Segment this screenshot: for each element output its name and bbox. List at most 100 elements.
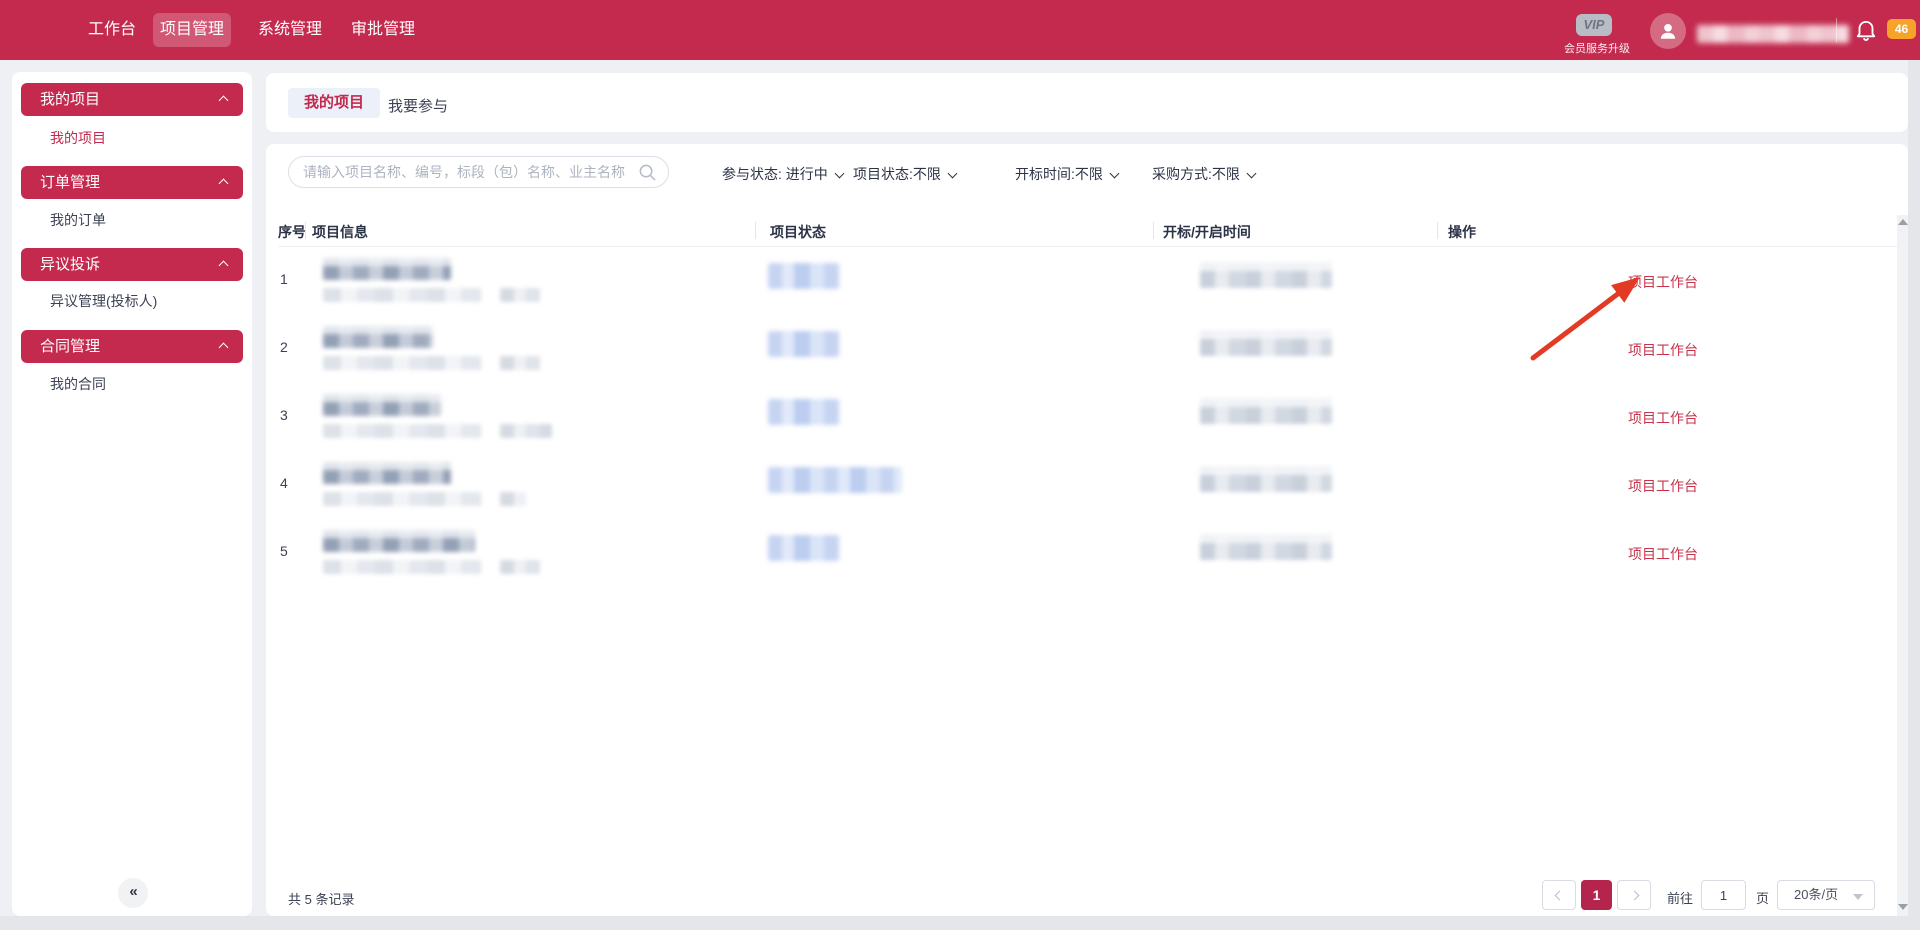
header-divider xyxy=(755,222,756,239)
project-name-redacted xyxy=(323,394,441,416)
project-name-redacted xyxy=(323,326,433,348)
vip-icon[interactable]: VIP xyxy=(1576,14,1612,36)
project-workbench-link[interactable]: 项目工作台 xyxy=(1628,544,1698,564)
project-workbench-link[interactable]: 项目工作台 xyxy=(1628,340,1698,360)
chevron-right-icon xyxy=(1630,891,1640,901)
row-seq: 1 xyxy=(280,271,288,287)
nav-item-project-management-active[interactable]: 项目管理 xyxy=(153,13,231,47)
filter-label: 参与状态: 进行中 xyxy=(722,166,828,182)
row-seq: 4 xyxy=(280,475,288,491)
vip-upgrade-label[interactable]: 会员服务升级 xyxy=(1552,40,1642,56)
chevron-down-icon xyxy=(1109,169,1119,179)
notification-count-badge[interactable]: 46 xyxy=(1887,19,1916,39)
chevron-left-icon xyxy=(1555,891,1565,901)
sidebar-collapse-button[interactable]: « xyxy=(118,878,148,908)
nav-item-workbench[interactable]: 工作台 xyxy=(88,0,136,60)
nav-item-approval-management[interactable]: 审批管理 xyxy=(351,0,415,60)
project-detail-redacted xyxy=(323,492,481,506)
chevron-down-icon xyxy=(834,169,844,179)
filter-label: 开标时间:不限 xyxy=(1015,166,1103,182)
search-input[interactable] xyxy=(303,158,633,186)
page-size-value: 20条/页 xyxy=(1794,887,1838,902)
chevron-up-icon xyxy=(219,96,229,106)
sidebar-group-order-management[interactable]: 订单管理 xyxy=(21,166,243,199)
open-time-redacted xyxy=(1200,330,1332,356)
next-page-button[interactable] xyxy=(1617,880,1651,910)
project-workbench-link[interactable]: 项目工作台 xyxy=(1628,408,1698,428)
window-horizontal-scrollbar[interactable] xyxy=(0,916,1920,930)
nav-item-system-management[interactable]: 系统管理 xyxy=(258,0,322,60)
scroll-down-arrow-icon[interactable] xyxy=(1898,904,1908,910)
project-detail-redacted xyxy=(500,560,540,574)
project-workbench-link[interactable]: 项目工作台 xyxy=(1628,272,1698,292)
sidebar-group-title: 订单管理 xyxy=(40,174,100,191)
row-seq: 2 xyxy=(280,339,288,355)
chevron-down-icon xyxy=(947,169,957,179)
project-detail-redacted xyxy=(500,356,540,370)
sidebar-item-my-projects[interactable]: 我的项目 xyxy=(50,128,106,148)
project-detail-redacted xyxy=(500,492,526,506)
user-icon xyxy=(1657,20,1679,42)
search-icon[interactable] xyxy=(638,163,657,182)
avatar[interactable] xyxy=(1650,13,1686,49)
open-time-redacted xyxy=(1200,398,1332,424)
project-workbench-link[interactable]: 项目工作台 xyxy=(1628,476,1698,496)
nav-divider xyxy=(1836,18,1837,42)
sidebar-group-contract-management[interactable]: 合同管理 xyxy=(21,330,243,363)
column-header-info: 项目信息 xyxy=(312,222,368,242)
column-header-seq: 序号 xyxy=(278,222,306,242)
sidebar-group-title: 合同管理 xyxy=(40,338,100,355)
table-row: 5 项目工作台 xyxy=(266,519,1908,587)
sidebar-group-objection-complaint[interactable]: 异议投诉 xyxy=(21,248,243,281)
sidebar-group-my-projects[interactable]: 我的项目 xyxy=(21,83,243,116)
top-navbar: 工作台 项目管理 系统管理 审批管理 VIP 会员服务升级 46 xyxy=(0,0,1920,60)
tab-i-want-to-participate[interactable]: 我要参与 xyxy=(388,95,448,116)
project-detail-redacted xyxy=(500,424,552,438)
chevron-up-icon xyxy=(219,179,229,189)
chevron-up-icon xyxy=(219,261,229,271)
filter-label: 项目状态:不限 xyxy=(853,166,941,182)
page-size-select[interactable]: 20条/页 xyxy=(1777,880,1875,910)
window-vertical-scrollbar[interactable] xyxy=(1908,60,1920,930)
table-row: 1 项目工作台 xyxy=(266,247,1908,315)
row-seq: 5 xyxy=(280,543,288,559)
sidebar-group-title: 我的项目 xyxy=(40,91,100,108)
page-number-1[interactable]: 1 xyxy=(1581,880,1612,910)
column-header-status: 项目状态 xyxy=(770,222,826,242)
status-badge-redacted xyxy=(768,263,840,289)
open-time-redacted xyxy=(1200,534,1332,560)
notification-bell-icon[interactable] xyxy=(1853,17,1879,43)
page: 工作台 项目管理 系统管理 审批管理 VIP 会员服务升级 46 我的项目 我的… xyxy=(0,0,1920,930)
goto-page-input[interactable] xyxy=(1701,880,1746,910)
status-badge-redacted xyxy=(768,399,840,425)
username-redacted xyxy=(1697,25,1849,43)
filter-project-status[interactable]: 项目状态:不限 xyxy=(853,164,956,184)
sidebar-item-objection-management[interactable]: 异议管理(投标人) xyxy=(50,291,157,311)
open-time-redacted xyxy=(1200,262,1332,288)
project-name-redacted xyxy=(323,258,451,280)
sidebar: 我的项目 我的项目 订单管理 我的订单 异议投诉 异议管理(投标人) 合同管理 … xyxy=(12,72,252,916)
prev-page-button[interactable] xyxy=(1542,880,1576,910)
chevron-up-icon xyxy=(219,343,229,353)
project-name-redacted xyxy=(323,530,475,552)
filter-bid-opening-time[interactable]: 开标时间:不限 xyxy=(1015,164,1118,184)
goto-label: 前往 xyxy=(1667,888,1693,907)
row-seq: 3 xyxy=(280,407,288,423)
column-header-action: 操作 xyxy=(1448,222,1476,242)
sidebar-item-my-contracts[interactable]: 我的合同 xyxy=(50,374,106,394)
table-scrollbar-track[interactable] xyxy=(1897,215,1908,916)
tab-my-projects-active[interactable]: 我的项目 xyxy=(288,88,380,118)
content-panel: 参与状态: 进行中 项目状态:不限 开标时间:不限 采购方式:不限 序号 项目信… xyxy=(266,144,1908,916)
sidebar-item-my-orders[interactable]: 我的订单 xyxy=(50,210,106,230)
filter-procurement-method[interactable]: 采购方式:不限 xyxy=(1152,164,1255,184)
status-badge-redacted xyxy=(768,467,902,493)
column-header-time: 开标/开启时间 xyxy=(1163,222,1251,242)
status-badge-redacted xyxy=(768,535,840,561)
table-row: 3 项目工作台 xyxy=(266,383,1908,451)
filter-participation-status[interactable]: 参与状态: 进行中 xyxy=(722,164,843,184)
status-badge-redacted xyxy=(768,331,840,357)
project-detail-redacted xyxy=(323,288,481,302)
header-divider xyxy=(1437,222,1438,239)
open-time-redacted xyxy=(1200,466,1332,492)
scroll-up-arrow-icon[interactable] xyxy=(1898,219,1908,225)
